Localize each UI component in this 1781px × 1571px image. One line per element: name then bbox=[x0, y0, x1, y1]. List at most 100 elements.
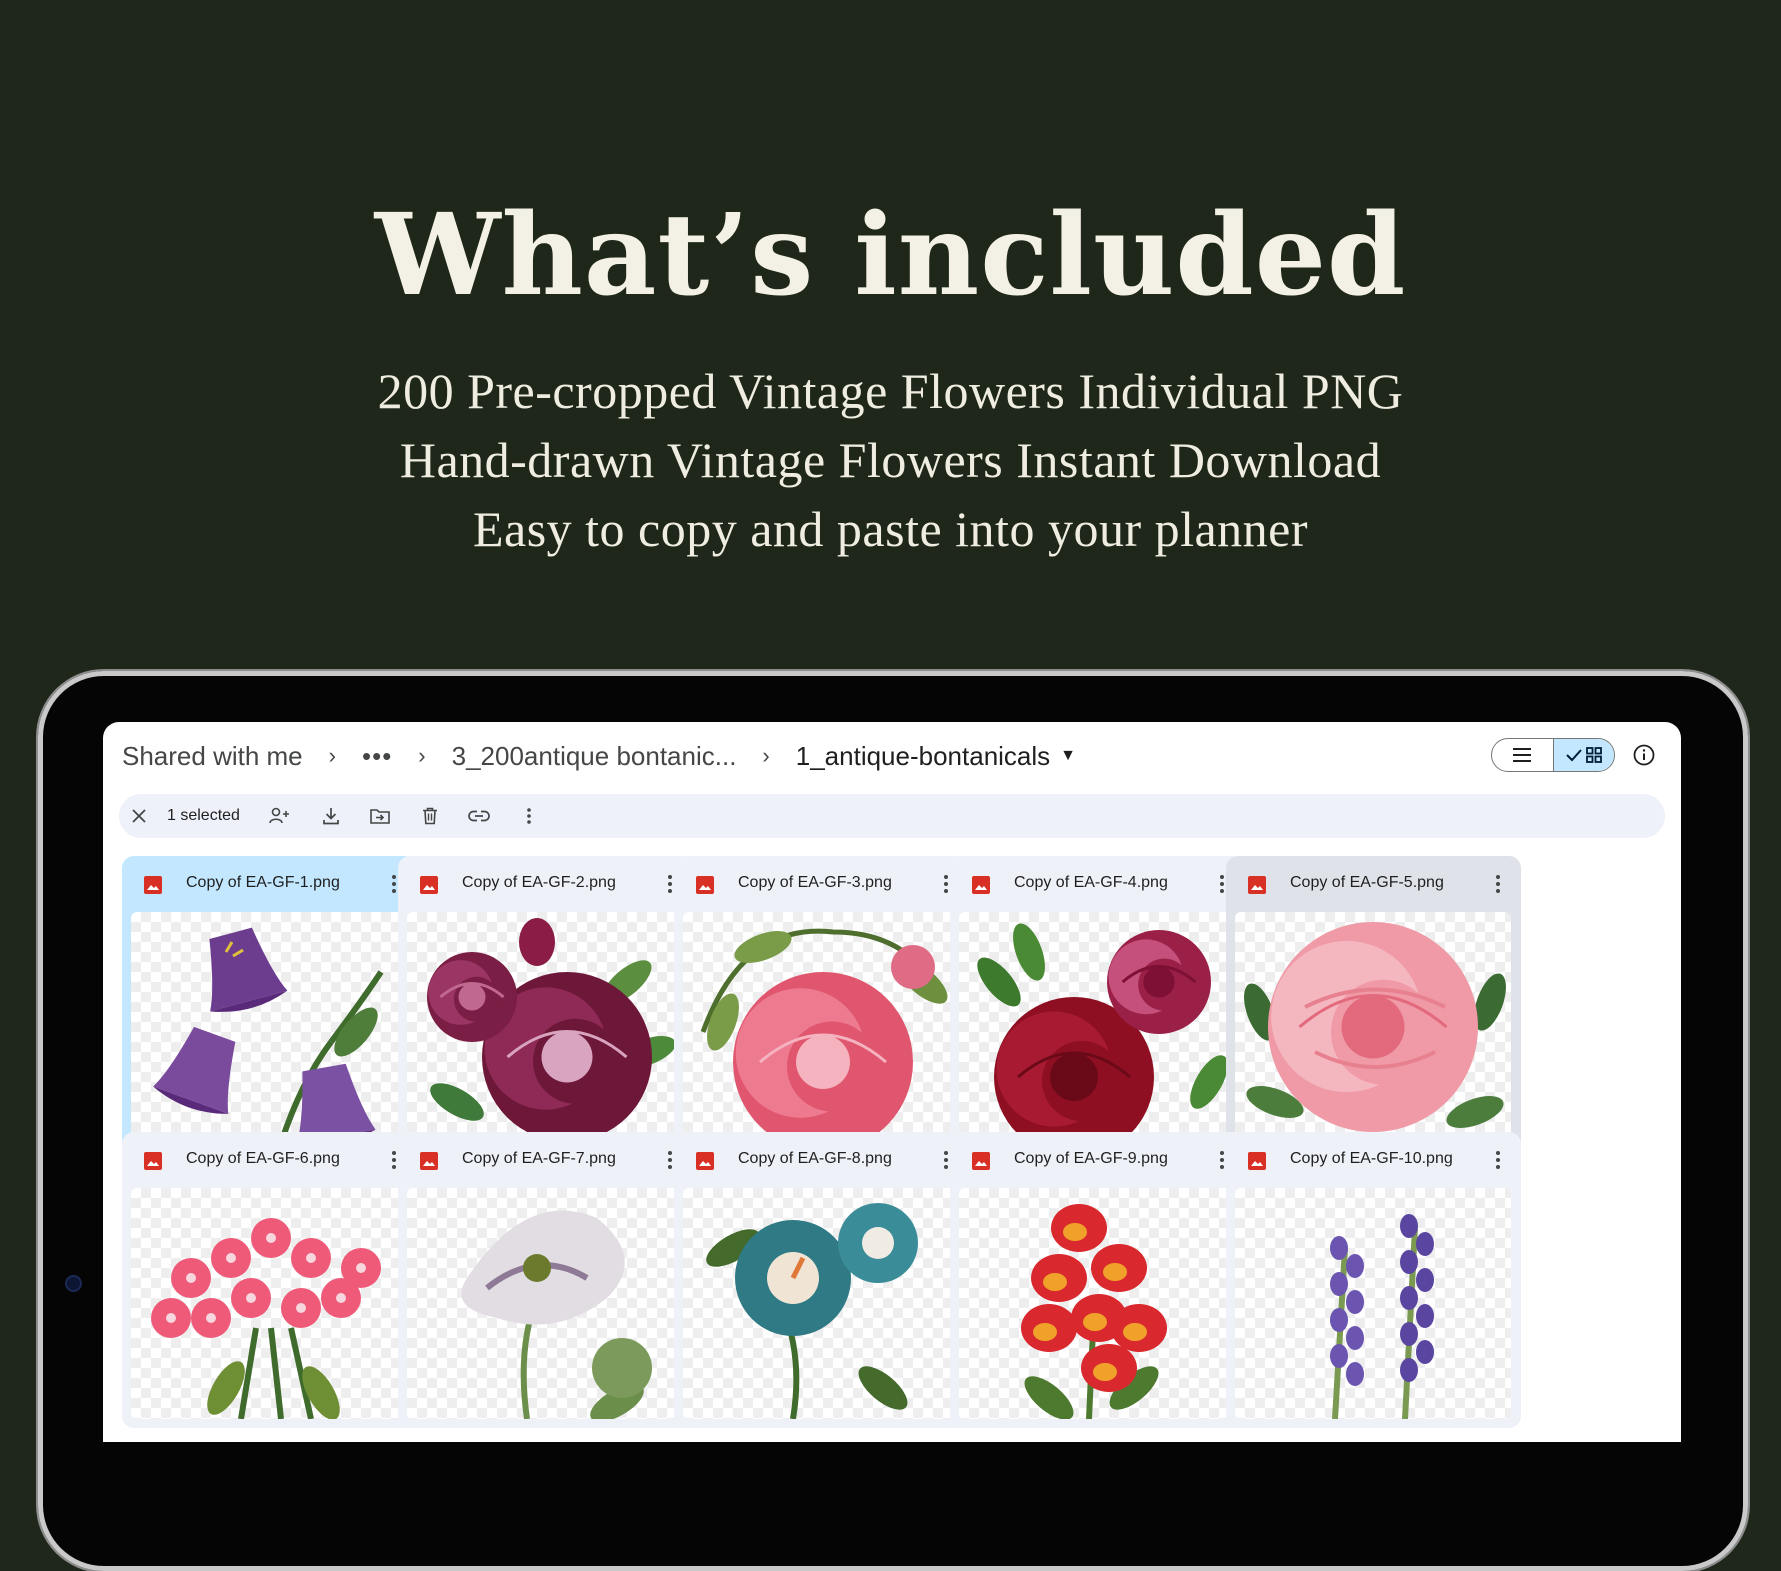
file-name: Copy of EA-GF-3.png bbox=[738, 874, 892, 891]
breadcrumb-current-folder[interactable]: 1_antique-bontanicals bbox=[796, 741, 1050, 772]
download-icon bbox=[323, 808, 339, 825]
hero-line-3: Easy to copy and paste into your planner bbox=[472, 501, 1309, 557]
list-icon bbox=[1513, 748, 1532, 762]
image-file-icon bbox=[972, 1152, 990, 1170]
flower-illustration bbox=[1244, 922, 1506, 1132]
close-icon bbox=[132, 809, 146, 823]
breadcrumb-shared-with-me[interactable]: Shared with me bbox=[122, 741, 303, 772]
file-card[interactable]: Copy of EA-GF-10.png bbox=[1226, 1132, 1521, 1428]
file-thumbnail[interactable] bbox=[1235, 1188, 1511, 1419]
delete-button[interactable] bbox=[417, 794, 443, 838]
image-file-icon bbox=[420, 876, 438, 894]
flower-illustration bbox=[977, 923, 1228, 1143]
file-thumbnail[interactable] bbox=[131, 912, 407, 1143]
more-vert-icon[interactable] bbox=[1488, 872, 1508, 896]
file-card[interactable]: Copy of EA-GF-6.png bbox=[122, 1132, 417, 1428]
file-name: Copy of EA-GF-10.png bbox=[1290, 1150, 1453, 1167]
file-thumbnail[interactable] bbox=[683, 912, 959, 1143]
file-card[interactable]: Copy of EA-GF-3.png bbox=[674, 856, 969, 1152]
chevron-right-icon: › bbox=[328, 743, 336, 768]
file-card-header: Copy of EA-GF-8.png bbox=[674, 1132, 969, 1188]
file-card-header: Copy of EA-GF-1.png bbox=[122, 856, 417, 912]
file-thumbnail[interactable] bbox=[1235, 912, 1511, 1143]
more-vert-icon[interactable] bbox=[1488, 1148, 1508, 1172]
more-actions-button[interactable] bbox=[519, 794, 539, 838]
move-folder-icon bbox=[370, 809, 390, 824]
image-file-icon bbox=[696, 876, 714, 894]
file-card-header: Copy of EA-GF-9.png bbox=[950, 1132, 1245, 1188]
breadcrumb: Shared with me › ••• › 3_200antique bont… bbox=[122, 736, 1076, 776]
image-file-icon bbox=[1248, 876, 1266, 894]
file-card[interactable]: Copy of EA-GF-2.png bbox=[398, 856, 693, 1152]
breadcrumb-ellipsis[interactable]: ••• bbox=[362, 741, 392, 772]
file-card[interactable]: Copy of EA-GF-1.png bbox=[122, 856, 417, 1152]
image-file-icon bbox=[144, 876, 162, 894]
file-name: Copy of EA-GF-1.png bbox=[186, 874, 340, 891]
move-button[interactable] bbox=[367, 794, 393, 838]
copy-link-button[interactable] bbox=[465, 794, 493, 838]
drive-window: Shared with me › ••• › 3_200antique bont… bbox=[103, 722, 1681, 1442]
file-name: Copy of EA-GF-9.png bbox=[1014, 1150, 1168, 1167]
file-card[interactable]: Copy of EA-GF-8.png bbox=[674, 1132, 969, 1428]
file-card-header: Copy of EA-GF-10.png bbox=[1226, 1132, 1521, 1188]
image-file-icon bbox=[696, 1152, 714, 1170]
share-icon bbox=[269, 807, 289, 824]
chevron-right-icon: › bbox=[762, 743, 770, 768]
selected-count: 1 selected bbox=[167, 807, 240, 824]
file-card-header: Copy of EA-GF-6.png bbox=[122, 1132, 417, 1188]
hero-title: What’s included bbox=[374, 190, 1407, 321]
file-thumbnail[interactable] bbox=[683, 1188, 959, 1419]
file-name: Copy of EA-GF-5.png bbox=[1290, 874, 1444, 891]
file-thumbnail[interactable] bbox=[959, 912, 1235, 1143]
dropdown-caret-icon[interactable]: ▼ bbox=[1060, 747, 1076, 765]
clear-selection-button[interactable] bbox=[127, 794, 151, 838]
image-file-icon bbox=[972, 876, 990, 894]
file-name: Copy of EA-GF-8.png bbox=[738, 1150, 892, 1167]
hero-line-1: 200 Pre-cropped Vintage Flowers Individu… bbox=[377, 363, 1404, 419]
image-file-icon bbox=[420, 1152, 438, 1170]
file-name: Copy of EA-GF-7.png bbox=[462, 1150, 616, 1167]
flower-illustration bbox=[461, 1210, 652, 1419]
check-icon bbox=[1566, 749, 1582, 762]
file-name: Copy of EA-GF-4.png bbox=[1014, 874, 1168, 891]
image-file-icon bbox=[144, 1152, 162, 1170]
chevron-right-icon: › bbox=[418, 743, 426, 768]
flower-illustration bbox=[1021, 1204, 1167, 1419]
tablet-camera bbox=[67, 1277, 80, 1290]
file-card-header: Copy of EA-GF-5.png bbox=[1226, 856, 1521, 912]
list-view-button[interactable] bbox=[1492, 739, 1553, 771]
file-card-header: Copy of EA-GF-4.png bbox=[950, 856, 1245, 912]
breadcrumb-parent-folder[interactable]: 3_200antique bontanic... bbox=[452, 741, 737, 772]
link-icon bbox=[468, 810, 490, 822]
trash-icon bbox=[423, 807, 437, 825]
file-card[interactable]: Copy of EA-GF-5.png bbox=[1226, 856, 1521, 1152]
flower-illustration bbox=[700, 928, 948, 1143]
flower-illustration bbox=[151, 1218, 381, 1419]
flower-illustration bbox=[427, 918, 676, 1142]
selection-action-bar: 1 selected bbox=[119, 794, 1665, 838]
file-card-header: Copy of EA-GF-3.png bbox=[674, 856, 969, 912]
file-name: Copy of EA-GF-2.png bbox=[462, 874, 616, 891]
file-thumbnail[interactable] bbox=[959, 1188, 1235, 1419]
flower-illustration bbox=[706, 1203, 918, 1419]
file-thumbnail[interactable] bbox=[407, 912, 683, 1143]
download-button[interactable] bbox=[318, 794, 344, 838]
hero-line-2: Hand-drawn Vintage Flowers Instant Downl… bbox=[399, 432, 1382, 488]
file-name: Copy of EA-GF-6.png bbox=[186, 1150, 340, 1167]
file-card[interactable]: Copy of EA-GF-4.png bbox=[950, 856, 1245, 1152]
file-card-header: Copy of EA-GF-7.png bbox=[398, 1132, 693, 1188]
more-vert-icon bbox=[527, 808, 531, 824]
info-icon[interactable] bbox=[1633, 744, 1655, 766]
flower-illustration bbox=[153, 927, 384, 1143]
grid-icon bbox=[1585, 747, 1602, 763]
grid-view-button[interactable] bbox=[1552, 739, 1614, 771]
file-thumbnail[interactable] bbox=[407, 1188, 683, 1419]
image-file-icon bbox=[1248, 1152, 1266, 1170]
share-button[interactable] bbox=[267, 794, 293, 838]
file-card-header: Copy of EA-GF-2.png bbox=[398, 856, 693, 912]
file-thumbnail[interactable] bbox=[131, 1188, 407, 1419]
flower-illustration bbox=[1330, 1214, 1434, 1419]
file-card[interactable]: Copy of EA-GF-7.png bbox=[398, 1132, 693, 1428]
view-toggle bbox=[1491, 738, 1615, 772]
file-card[interactable]: Copy of EA-GF-9.png bbox=[950, 1132, 1245, 1428]
